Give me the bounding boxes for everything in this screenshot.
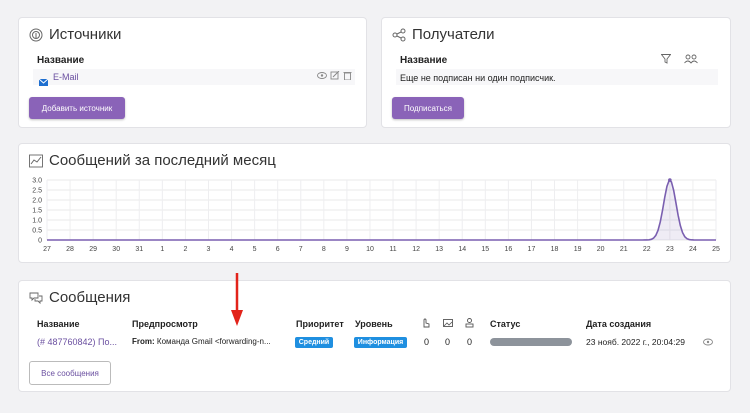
x-tick-label: 13: [435, 246, 443, 253]
x-tick-label: 11: [389, 246, 396, 253]
messages-line-chart: 3.02.52.01.51.00.5027 28 29 30 31 1 2 3 4 5 6 7 8 9 10…: [32, 178, 720, 254]
add-source-button[interactable]: Добавить источник: [29, 97, 125, 119]
fingerprint-icon: [29, 28, 43, 41]
header-level[interactable]: Уровень: [355, 319, 393, 329]
header-name[interactable]: Название: [37, 319, 79, 329]
x-tick-label: 27: [43, 246, 51, 253]
sources-title: Источники: [29, 26, 121, 43]
y-tick-label: 0.5: [32, 228, 42, 235]
preview-from-label: From:: [132, 337, 155, 346]
data-point: [668, 178, 672, 182]
all-messages-button[interactable]: Все сообщения: [29, 361, 111, 385]
image-icon: [443, 319, 453, 327]
status-bar: [490, 338, 572, 346]
count-images: 0: [445, 337, 451, 347]
edit-icon[interactable]: [330, 71, 340, 80]
source-actions: [317, 71, 352, 80]
x-tick-label: 1: [160, 246, 164, 253]
share-icon: [392, 28, 406, 41]
filter-icon[interactable]: [661, 54, 671, 64]
message-preview: From: Команда Gmail <forwarding-n...: [132, 337, 271, 346]
stamp-icon: [465, 318, 474, 328]
header-created[interactable]: Дата создания: [586, 319, 651, 329]
x-tick-label: 3: [207, 246, 211, 253]
chart-card: Сообщений за последний месяц 3.0 2.5 2.0 1.…: [18, 143, 731, 263]
y-tick-label: 2.5: [32, 188, 42, 195]
x-tick-label: 14: [458, 246, 466, 253]
sources-card: Источники Название E-Mail Добавить источ…: [18, 17, 367, 128]
y-tick-label: 1.0: [32, 218, 42, 225]
hand-pointer-icon: [423, 318, 430, 328]
y-tick-label: 0: [38, 238, 42, 245]
source-row[interactable]: [33, 69, 355, 85]
recipients-card: Получатели Название Еще не подписан ни о…: [381, 17, 731, 128]
line-chart-icon: [29, 154, 43, 167]
recipients-column-name: Название: [400, 55, 448, 66]
count-clicks: 0: [424, 337, 430, 347]
chart-title: Сообщений за последний месяц: [29, 152, 276, 169]
x-tick-label: 28: [66, 246, 74, 253]
x-tick-label: 15: [481, 246, 489, 253]
y-tick-label: 1.5: [32, 208, 42, 215]
mail-icon: [38, 73, 49, 91]
messages-card: Сообщения Название Предпросмотр Приорите…: [18, 280, 731, 392]
count-stamps: 0: [467, 337, 473, 347]
x-tick-label: 18: [551, 246, 559, 253]
x-tick-label: 9: [345, 246, 349, 253]
view-eye-icon[interactable]: [703, 338, 713, 346]
y-tick-label: 2.0: [32, 198, 42, 205]
recipients-title: Получатели: [392, 26, 495, 43]
x-tick-label: 16: [504, 246, 512, 253]
header-status[interactable]: Статус: [490, 319, 520, 329]
x-tick-label: 5: [253, 246, 257, 253]
x-tick-label: 30: [112, 246, 120, 253]
x-tick-label: 20: [597, 246, 605, 253]
x-tick-label: 25: [712, 246, 720, 253]
x-tick-label: 2: [183, 246, 187, 253]
level-badge: Информация: [354, 337, 407, 348]
x-tick-label: 19: [574, 246, 582, 253]
x-tick-label: 22: [643, 246, 651, 253]
message-name-link[interactable]: (# 487760842) По...: [37, 337, 117, 347]
messages-title: Сообщения: [29, 289, 130, 306]
x-tick-label: 10: [366, 246, 374, 253]
x-tick-label: 6: [276, 246, 280, 253]
chat-icon: [29, 292, 43, 304]
x-tick-label: 29: [89, 246, 97, 253]
created-date: 23 нояб. 2022 г., 20:04:29: [586, 337, 685, 347]
sources-column-name: Название: [37, 55, 85, 66]
x-tick-label: 12: [412, 246, 420, 253]
red-arrow-annotation: [231, 273, 243, 326]
header-preview[interactable]: Предпросмотр: [132, 319, 198, 329]
preview-text: Команда Gmail <forwarding-n...: [156, 337, 271, 346]
x-tick-label: 4: [230, 246, 234, 253]
y-tick-label: 3.0: [32, 178, 42, 185]
x-tick-label: 24: [689, 246, 697, 253]
trash-icon[interactable]: [343, 71, 352, 80]
x-tick-label: 31: [135, 246, 143, 253]
x-tick-label: 21: [620, 246, 628, 253]
x-tick-label: 7: [299, 246, 303, 253]
priority-badge: Средний: [295, 337, 333, 348]
users-icon[interactable]: [684, 54, 698, 64]
source-item-name[interactable]: E-Mail: [53, 72, 79, 82]
x-tick-label: 8: [322, 246, 326, 253]
header-priority[interactable]: Приоритет: [296, 319, 344, 329]
x-tick-label: 17: [528, 246, 536, 253]
eye-icon[interactable]: [317, 71, 327, 80]
x-tick-label: 23: [666, 246, 674, 253]
recipients-empty-text: Еще не подписан ни один подписчик.: [400, 73, 556, 83]
subscribe-button[interactable]: Подписаться: [392, 97, 464, 119]
